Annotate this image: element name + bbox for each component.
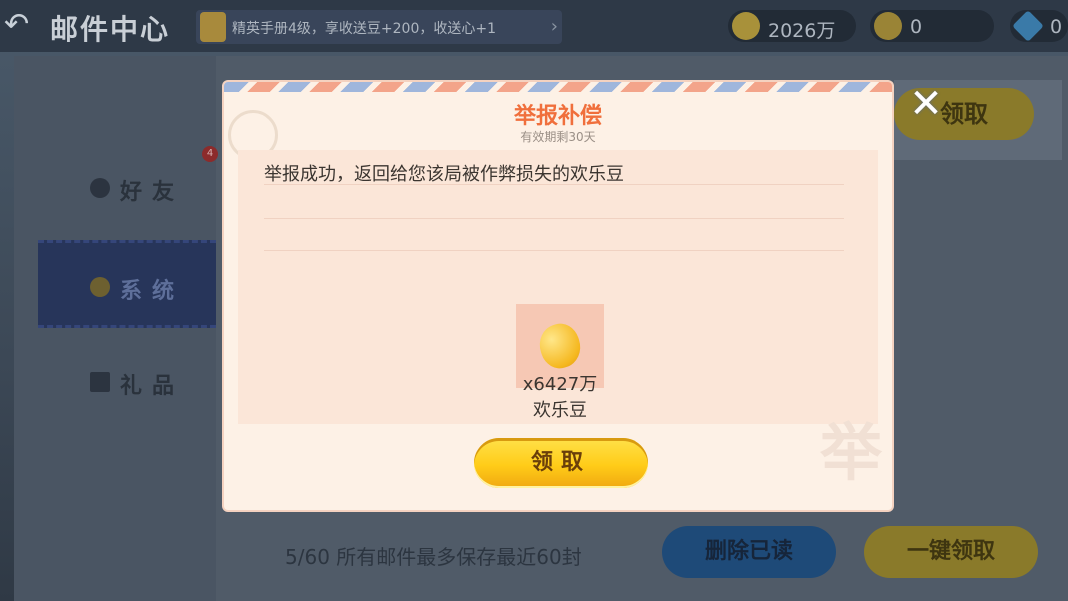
currency-hearts[interactable]: 0 bbox=[870, 10, 994, 42]
hearts-value: 0 bbox=[910, 16, 923, 38]
sidebar-item-friends[interactable]: 好友 bbox=[38, 144, 216, 232]
validity-text: 有效期剩30天 bbox=[520, 130, 596, 144]
letter-line bbox=[264, 250, 844, 251]
chat-bubble-icon bbox=[90, 178, 110, 198]
dialog-title: 举报补偿 bbox=[513, 104, 602, 129]
diamond-icon bbox=[1012, 10, 1044, 42]
chevron-right-icon: › bbox=[550, 16, 558, 37]
letter-line bbox=[264, 184, 844, 185]
handbook-text: 精英手册4级，享收送豆+200，收送心+1 bbox=[232, 21, 496, 37]
handbook-banner[interactable]: 精英手册4级，享收送豆+200，收送心+1 › bbox=[196, 10, 562, 44]
beans-value: 2026万 bbox=[768, 20, 836, 42]
watermark: 举 bbox=[820, 416, 883, 489]
page-title: 邮件中心 bbox=[50, 13, 171, 46]
sidebar-item-system[interactable]: 系统 bbox=[38, 240, 216, 328]
close-icon[interactable]: ✕ bbox=[908, 84, 944, 124]
back-arrow-icon[interactable]: ↶ bbox=[4, 10, 38, 40]
heart-coin-icon bbox=[874, 12, 902, 40]
reward-name: 欢乐豆 bbox=[533, 400, 587, 421]
letter-line bbox=[264, 218, 844, 219]
claim-button[interactable]: 领取 bbox=[474, 438, 648, 488]
currency-diamonds[interactable]: 0 bbox=[1010, 10, 1068, 42]
gift-icon bbox=[90, 372, 110, 392]
airmail-border bbox=[224, 82, 892, 92]
mail-capacity-note: 5/60 所有邮件最多保存最近60封 bbox=[285, 545, 582, 569]
reward-count: x6427万 bbox=[522, 374, 598, 395]
system-icon bbox=[90, 277, 110, 297]
mail-message: 举报成功，返回给您该局被作弊损失的欢乐豆 bbox=[264, 164, 624, 185]
claim-all-button[interactable]: 一键领取 bbox=[864, 526, 1038, 578]
currency-beans[interactable]: 2026万 bbox=[728, 10, 856, 42]
handbook-icon bbox=[200, 12, 226, 42]
unread-badge: 4 bbox=[202, 146, 218, 162]
sidebar-item-gifts[interactable]: 礼品 bbox=[38, 338, 216, 426]
bean-coin-icon bbox=[732, 12, 760, 40]
sidebar-item-label: 礼品 bbox=[120, 374, 185, 399]
diamonds-value: 0 bbox=[1050, 16, 1063, 38]
delete-read-button[interactable]: 删除已读 bbox=[662, 526, 836, 578]
sidebar-panel bbox=[14, 56, 224, 601]
sidebar-item-label: 好友 bbox=[120, 180, 185, 205]
top-bar: ↶ 邮件中心 精英手册4级，享收送豆+200，收送心+1 › 2026万 0 0 bbox=[0, 0, 1068, 52]
sidebar-item-label: 系统 bbox=[120, 279, 185, 304]
mail-detail-dialog: 举报补偿 有效期剩30天 举报成功，返回给您该局被作弊损失的欢乐豆 x6427万… bbox=[224, 82, 892, 510]
